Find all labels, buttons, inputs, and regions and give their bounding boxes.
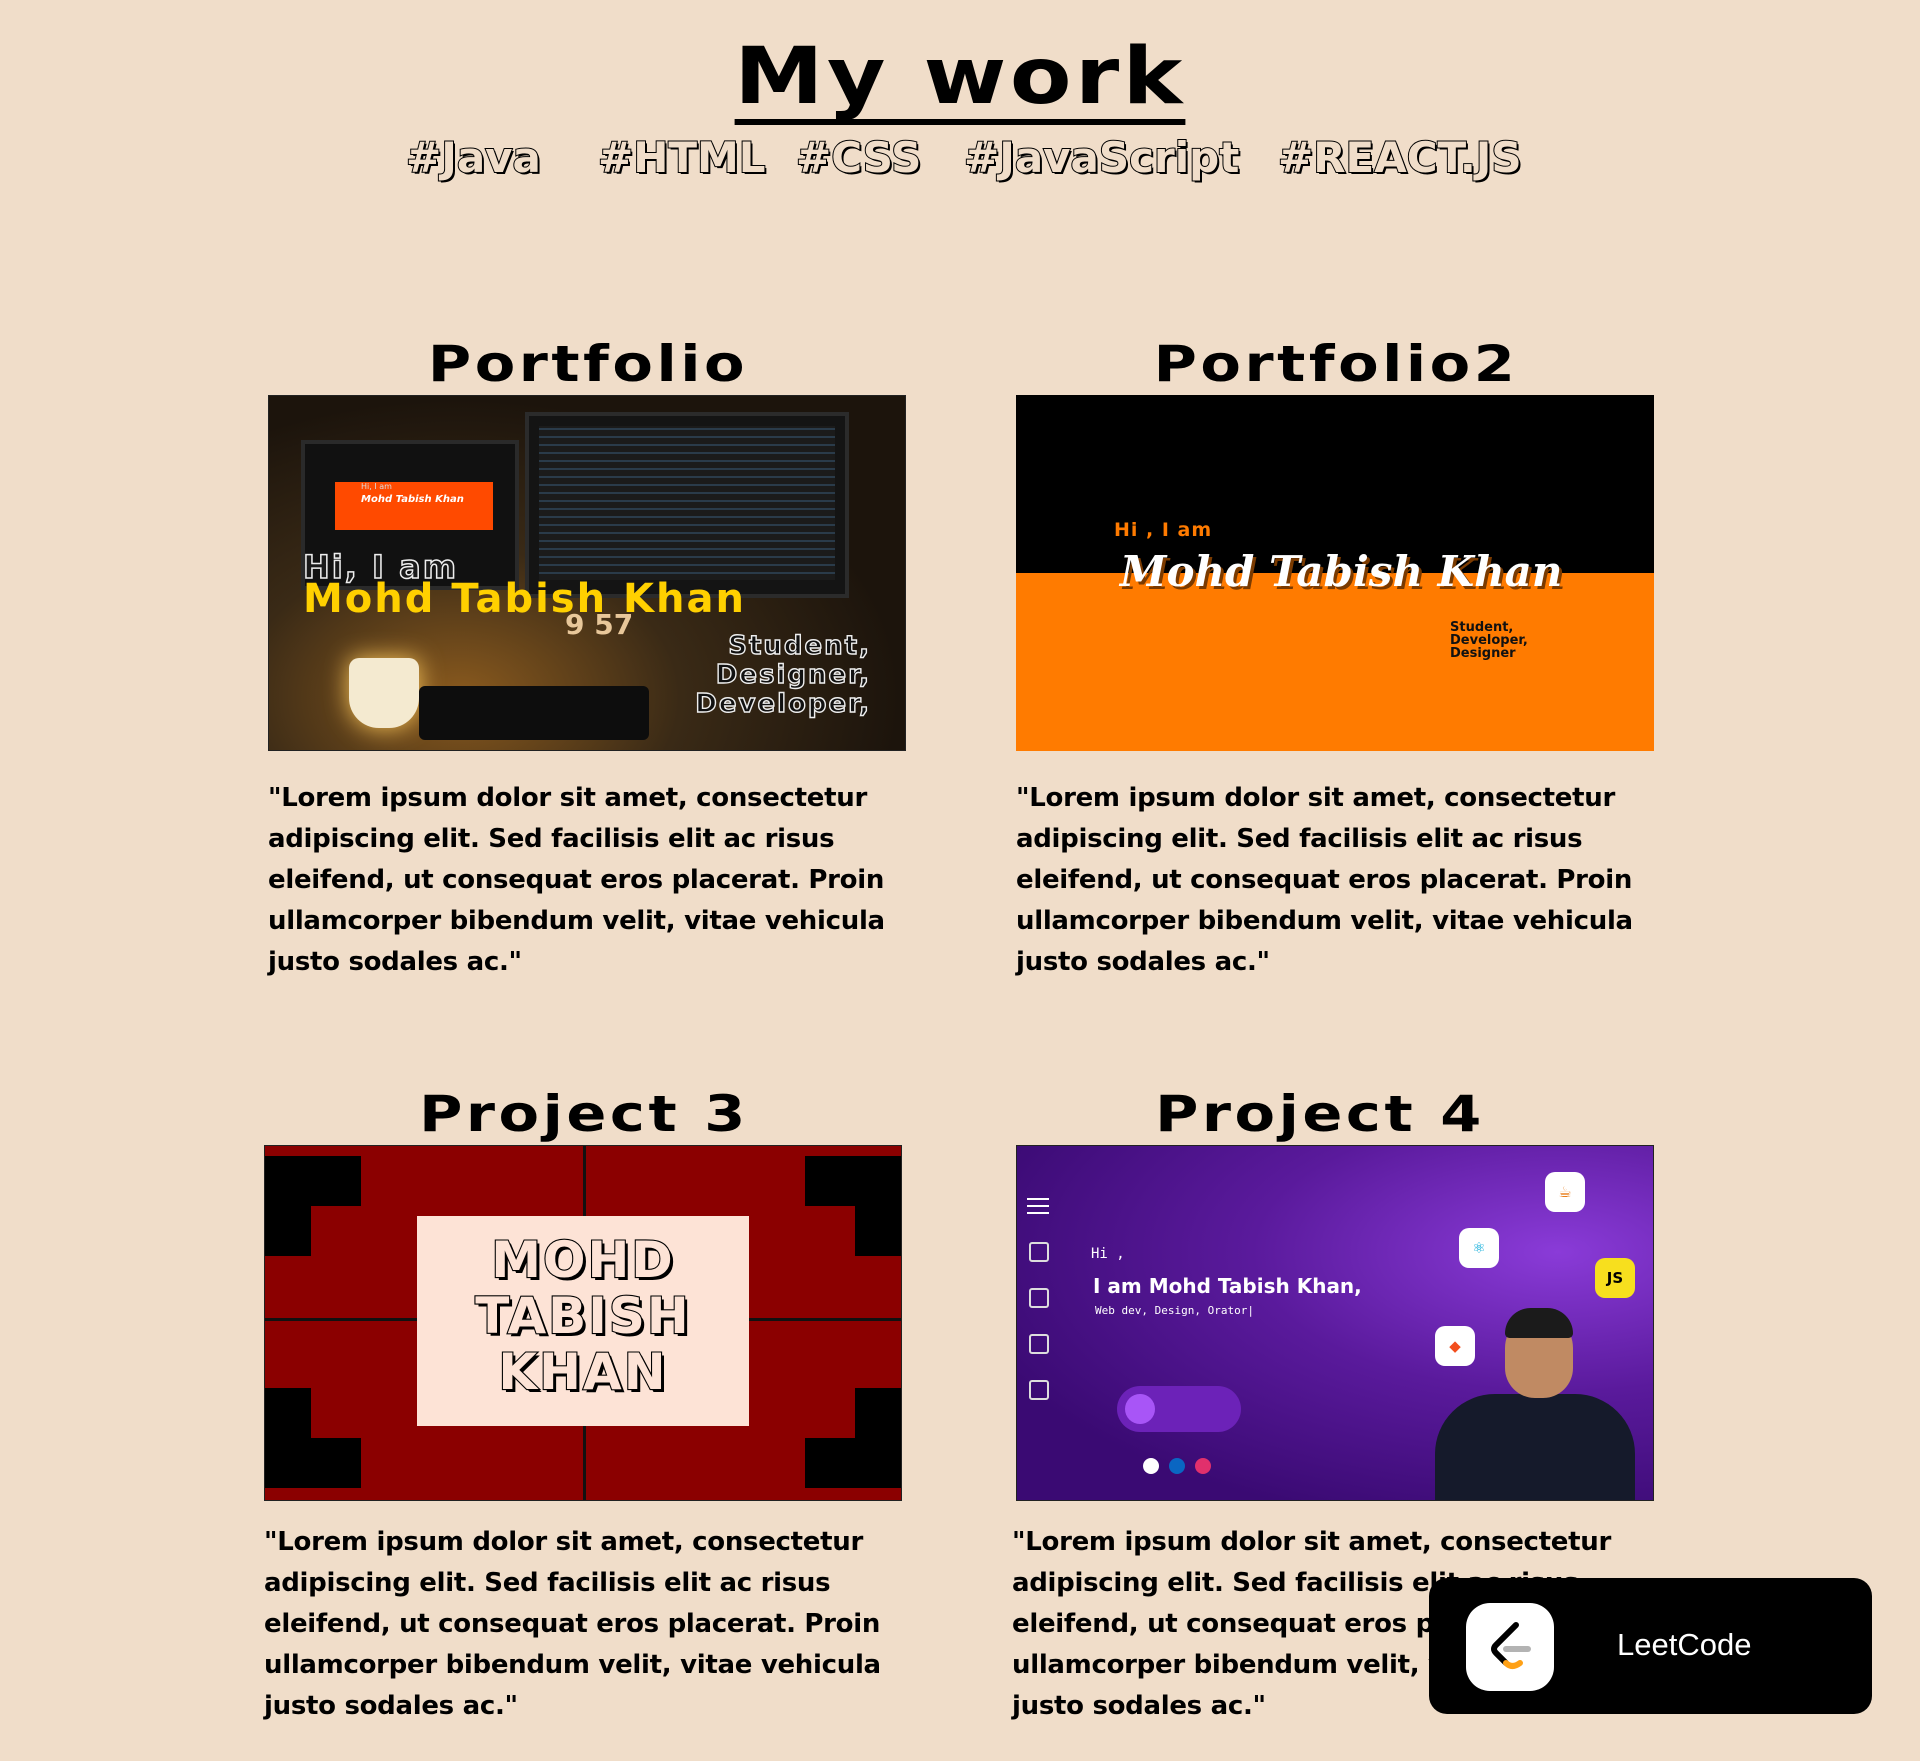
project-description: "Lorem ipsum dolor sit amet, consectetur… bbox=[1016, 783, 1633, 977]
react-icon: ⚛ bbox=[1459, 1228, 1499, 1268]
project-title-portfolio2: Portfolio2 bbox=[1153, 335, 1519, 393]
github-icon bbox=[1143, 1458, 1159, 1474]
name-line: KHAN bbox=[497, 1343, 668, 1401]
preview-clock: 9 57 bbox=[565, 608, 634, 641]
profile-photo bbox=[1435, 1308, 1635, 1500]
keyboard bbox=[419, 686, 649, 740]
java-icon: ☕ bbox=[1545, 1172, 1585, 1212]
leetcode-label: LeetCode bbox=[1617, 1627, 1752, 1662]
tag-list: #Java #HTML #CSS #JavaScript #REACT.JS bbox=[0, 130, 1920, 190]
tag-html: #HTML bbox=[597, 132, 767, 183]
role-line: Developer, bbox=[695, 689, 871, 719]
mini-name: Mohd Tabish Khan bbox=[361, 494, 464, 505]
linkedin-icon bbox=[1169, 1458, 1185, 1474]
home-icon bbox=[1029, 1242, 1049, 1262]
monitor-right bbox=[525, 412, 849, 598]
page-title: My work bbox=[0, 32, 1920, 125]
leetcode-logo-icon bbox=[1466, 1603, 1554, 1691]
preview-name-block: MOHD TABISH KHAN bbox=[417, 1231, 749, 1401]
tag-javascript: #JavaScript bbox=[963, 132, 1240, 183]
preview-greeting: Hi , bbox=[1091, 1246, 1125, 1262]
preview-name: Mohd Tabish Khan bbox=[303, 576, 746, 622]
leetcode-popup[interactable]: LeetCode bbox=[1429, 1578, 1872, 1714]
preview-subtitle: Web dev, Design, Orator| bbox=[1095, 1304, 1254, 1317]
project-title-project3: Project 3 bbox=[419, 1085, 749, 1143]
project-title-portfolio: Portfolio bbox=[427, 335, 749, 393]
role-line: Designer bbox=[1450, 646, 1516, 661]
project-preview-project3[interactable]: MOHD TABISH KHAN bbox=[264, 1145, 902, 1501]
clipboard-icon bbox=[1029, 1334, 1049, 1354]
tag-reactjs: #REACT.JS bbox=[1277, 132, 1523, 183]
project-description: "Lorem ipsum dolor sit amet, consectetur… bbox=[264, 1527, 881, 1721]
preview-greeting: Hi , I am bbox=[1114, 519, 1213, 541]
preview-roles: Student, Developer, Designer bbox=[1450, 621, 1528, 660]
project-title-project4: Project 4 bbox=[1155, 1085, 1485, 1143]
preview-name: I am Mohd Tabish Khan, bbox=[1093, 1274, 1362, 1298]
preview-name: Mohd Tabish Khan bbox=[1120, 547, 1563, 596]
project-preview-portfolio2[interactable]: Hi , I am Mohd Tabish Khan Student, Deve… bbox=[1016, 395, 1654, 751]
mini-greeting: Hi, I am bbox=[361, 482, 392, 491]
role-line: Student, bbox=[728, 631, 871, 661]
instagram-icon bbox=[1195, 1458, 1211, 1474]
menu-icon bbox=[1027, 1198, 1049, 1200]
theme-toggle bbox=[1117, 1386, 1241, 1432]
project-preview-project4[interactable]: Hi , I am Mohd Tabish Khan, Web dev, Des… bbox=[1016, 1145, 1654, 1501]
role-line: Designer, bbox=[715, 660, 871, 690]
tag-java: #Java bbox=[405, 132, 542, 183]
mail-icon bbox=[1029, 1380, 1049, 1400]
document-icon bbox=[1029, 1288, 1049, 1308]
coffee-cup bbox=[349, 658, 419, 728]
project-preview-portfolio[interactable]: Hi, I am Mohd Tabish Khan Hi, I am Mohd … bbox=[268, 395, 906, 751]
tag-css: #CSS bbox=[795, 132, 922, 183]
name-line: MOHD bbox=[490, 1231, 675, 1289]
name-line: TABISH bbox=[474, 1287, 691, 1345]
js-icon: JS bbox=[1595, 1258, 1635, 1298]
project-description: "Lorem ipsum dolor sit amet, consectetur… bbox=[268, 783, 885, 977]
preview-roles: Student, Designer, Developer, bbox=[695, 631, 871, 719]
